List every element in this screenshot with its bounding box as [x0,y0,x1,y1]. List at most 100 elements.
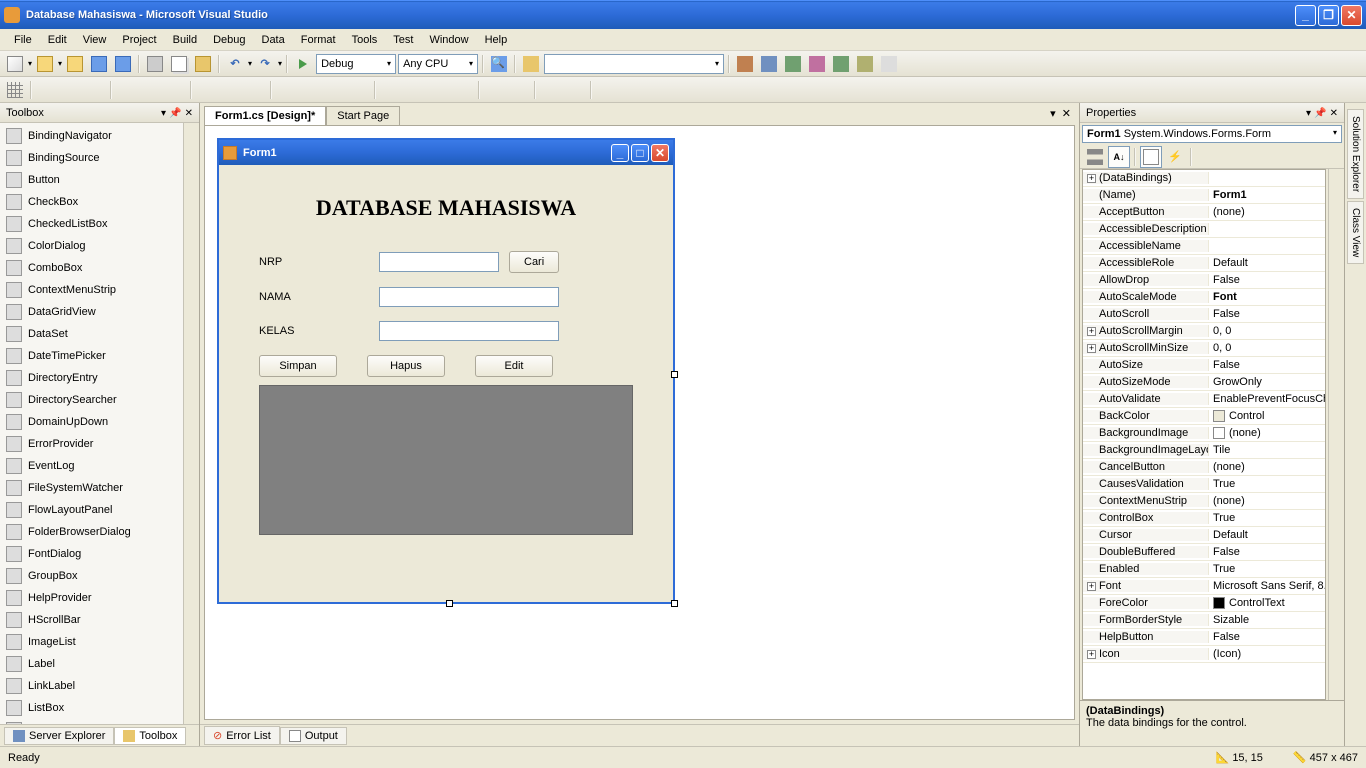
add-item-button[interactable] [34,53,56,75]
prop-row[interactable]: ForeColorControlText [1083,595,1325,612]
events-icon[interactable]: ⚡ [1164,146,1186,168]
tb-icon-5[interactable] [830,53,852,75]
toolbox-item-dataset[interactable]: DataSet [2,323,181,345]
menu-tools[interactable]: Tools [344,31,386,49]
prop-row[interactable]: AutoSizeModeGrowOnly [1083,374,1325,391]
toolbox-item-imagelist[interactable]: ImageList [2,631,181,653]
prop-row[interactable]: AllowDropFalse [1083,272,1325,289]
undo-button[interactable]: ↶ [224,53,246,75]
prop-row[interactable]: (Name)Form1 [1083,187,1325,204]
tab-class-view[interactable]: Class View [1347,201,1364,264]
props-scrollbar[interactable] [1328,169,1344,700]
props-dropdown-icon[interactable]: ▾ [1306,108,1311,119]
tab-output[interactable]: Output [280,727,347,745]
prop-row[interactable]: HelpButtonFalse [1083,629,1325,646]
toolbox-item-combobox[interactable]: ComboBox [2,257,181,279]
tab-toolbox[interactable]: Toolbox [114,727,186,745]
toolbox-item-hscrollbar[interactable]: HScrollBar [2,609,181,631]
prop-row[interactable]: +AutoScrollMargin0, 0 [1083,323,1325,340]
cut-button[interactable] [144,53,166,75]
prop-row[interactable]: FormBorderStyleSizable [1083,612,1325,629]
prop-row[interactable]: AutoSizeFalse [1083,357,1325,374]
tb-icon-6[interactable] [854,53,876,75]
align-middle-icon[interactable] [140,79,162,101]
redo-button[interactable]: ↷ [254,53,276,75]
vspace-rem-icon[interactable] [452,79,474,101]
hspace-inc-icon[interactable] [300,79,322,101]
prop-row[interactable]: CursorDefault [1083,527,1325,544]
menu-view[interactable]: View [75,31,115,49]
tab-server-explorer[interactable]: Server Explorer [4,727,114,745]
input-nama[interactable] [379,287,559,307]
toolbox-item-groupbox[interactable]: GroupBox [2,565,181,587]
close-button[interactable]: ✕ [1341,5,1362,26]
toolbox-item-folderbrowserdialog[interactable]: FolderBrowserDialog [2,521,181,543]
find-combo[interactable]: ▾ [544,54,724,74]
vspace-inc-icon[interactable] [404,79,426,101]
prop-row[interactable]: AccessibleName [1083,238,1325,255]
bring-front-icon[interactable] [540,79,562,101]
tab-order-icon[interactable] [596,79,618,101]
toolbox-item-bindingnavigator[interactable]: BindingNavigator [2,125,181,147]
toolbox-item-datagridview[interactable]: DataGridView [2,301,181,323]
prop-row[interactable]: CausesValidationTrue [1083,476,1325,493]
hspace-dec-icon[interactable] [324,79,346,101]
toolbox-item-flowlayoutpanel[interactable]: FlowLayoutPanel [2,499,181,521]
toolbox-item-contextmenustrip[interactable]: ContextMenuStrip [2,279,181,301]
form1-designer[interactable]: Form1 _ □ ✕ DATABASE MAHASISWA NRP Cari … [217,138,675,604]
find-button[interactable]: 🔍 [488,53,510,75]
hspace-rem-icon[interactable] [348,79,370,101]
align-right-icon[interactable] [84,79,106,101]
toolbox-item-directoryentry[interactable]: DirectoryEntry [2,367,181,389]
datagridview[interactable] [259,385,633,535]
same-size-icon[interactable] [244,79,266,101]
send-back-icon[interactable] [564,79,586,101]
menu-format[interactable]: Format [293,31,344,49]
prop-row[interactable]: ControlBoxTrue [1083,510,1325,527]
restore-button[interactable]: ❐ [1318,5,1339,26]
menu-data[interactable]: Data [254,31,293,49]
prop-row[interactable]: +FontMicrosoft Sans Serif, 8.25pt [1083,578,1325,595]
close-panel-icon[interactable]: ✕ [185,108,193,119]
vspace-dec-icon[interactable] [428,79,450,101]
menu-window[interactable]: Window [421,31,476,49]
button-cari[interactable]: Cari [509,251,559,273]
prop-row[interactable]: DoubleBufferedFalse [1083,544,1325,561]
prop-row[interactable]: BackColorControl [1083,408,1325,425]
tb-icon-3[interactable] [782,53,804,75]
toolbox-item-datetimepicker[interactable]: DateTimePicker [2,345,181,367]
start-debug-button[interactable] [292,53,314,75]
input-nrp[interactable] [379,252,499,272]
toolbox-item-bindingsource[interactable]: BindingSource [2,147,181,169]
tab-close-icon[interactable]: ✕ [1062,108,1071,120]
align-center-icon[interactable] [60,79,82,101]
tab-error-list[interactable]: ⊘Error List [204,726,280,745]
properties-icon[interactable] [1140,146,1162,168]
same-width-icon[interactable] [196,79,218,101]
pin-icon[interactable]: 📌 [169,108,181,119]
prop-row[interactable]: BackgroundImage(none) [1083,425,1325,442]
prop-row[interactable]: EnabledTrue [1083,561,1325,578]
prop-row[interactable]: CancelButton(none) [1083,459,1325,476]
menu-debug[interactable]: Debug [205,31,253,49]
toolbox-item-filesystemwatcher[interactable]: FileSystemWatcher [2,477,181,499]
tab-start-page[interactable]: Start Page [326,106,400,125]
button-hapus[interactable]: Hapus [367,355,445,377]
open-file-button[interactable] [64,53,86,75]
copy-button[interactable] [168,53,190,75]
toolbox-item-colordialog[interactable]: ColorDialog [2,235,181,257]
tb-icon-2[interactable] [758,53,780,75]
menu-help[interactable]: Help [477,31,516,49]
prop-row[interactable]: AccessibleRoleDefault [1083,255,1325,272]
menu-project[interactable]: Project [114,31,164,49]
toolbox-item-fontdialog[interactable]: FontDialog [2,543,181,565]
center-h-icon[interactable] [484,79,506,101]
toolbox-item-directorysearcher[interactable]: DirectorySearcher [2,389,181,411]
property-pages-icon[interactable] [1196,146,1218,168]
toolbox-item-linklabel[interactable]: LinkLabel [2,675,181,697]
toolbox-item-button[interactable]: Button [2,169,181,191]
new-project-button[interactable] [4,53,26,75]
dropdown-icon[interactable]: ▾ [161,108,166,119]
align-left-icon[interactable] [36,79,58,101]
toolbox-item-helpprovider[interactable]: HelpProvider [2,587,181,609]
